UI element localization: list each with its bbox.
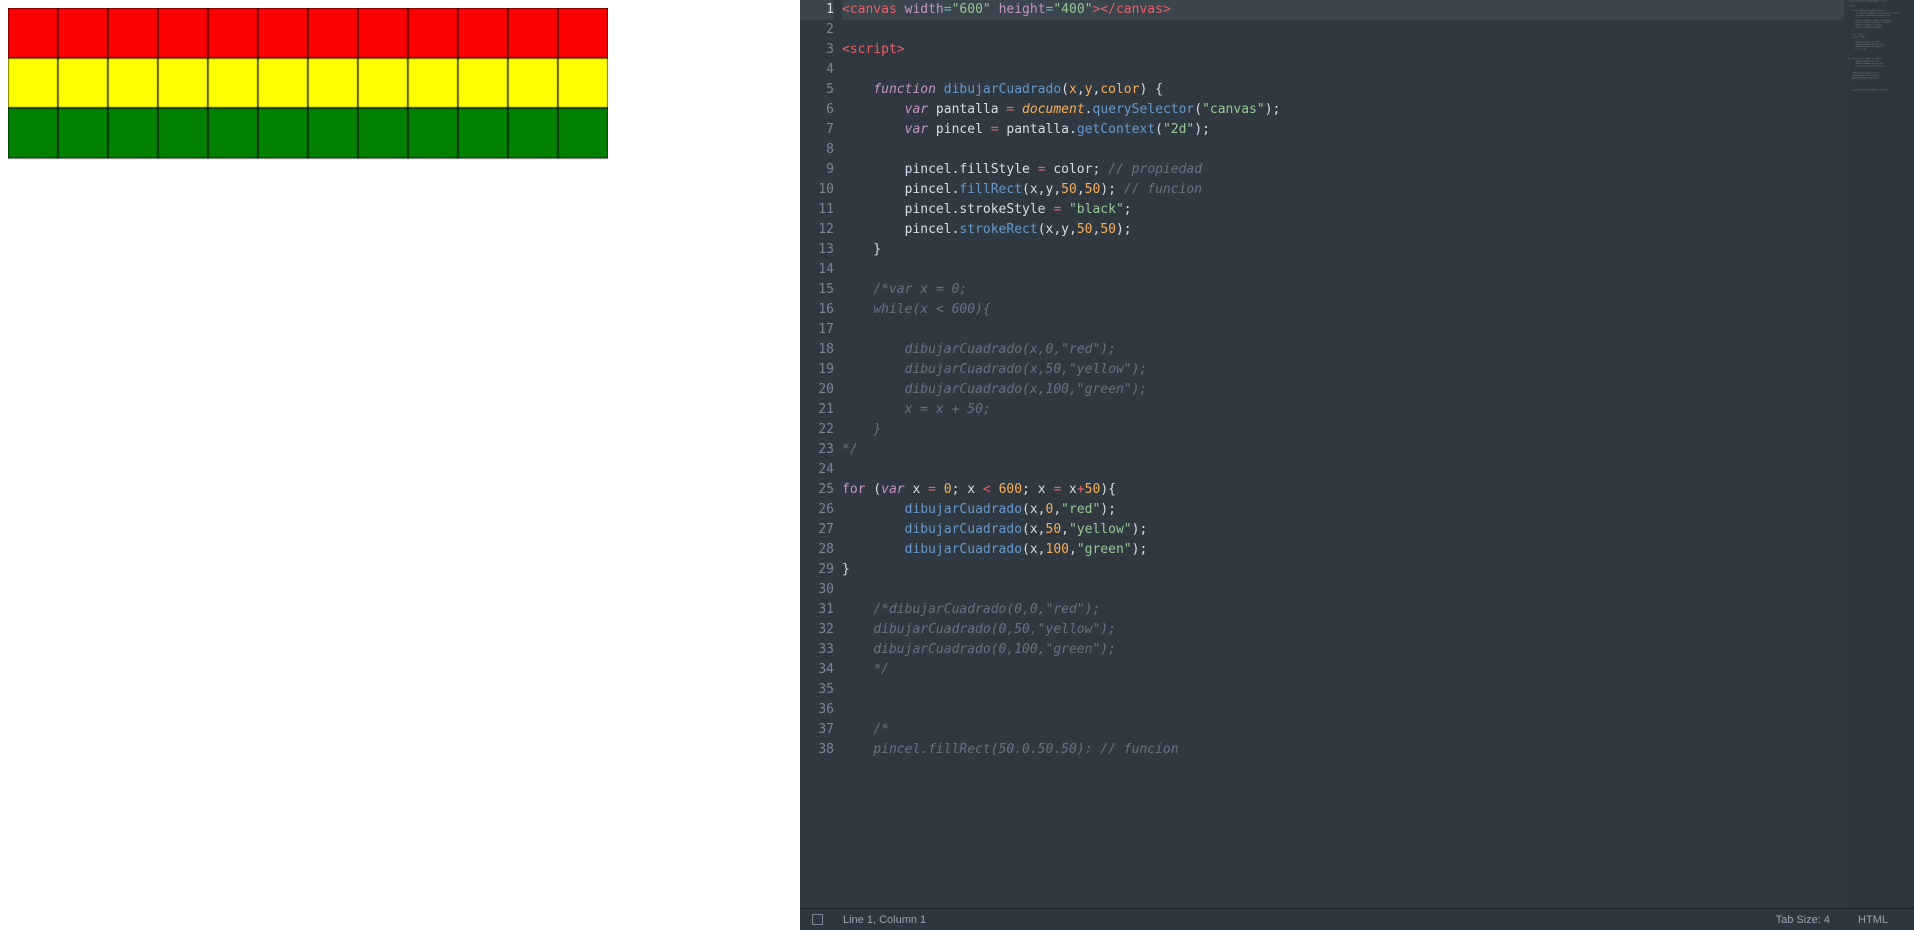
code-line[interactable]: pincel.strokeRect(x,y,50,50); [842, 220, 1844, 240]
line-number[interactable]: 34 [800, 660, 834, 680]
browser-preview-pane [0, 0, 800, 930]
code-line[interactable] [842, 260, 1844, 280]
statusbar-checkbox[interactable] [812, 914, 823, 925]
code-line[interactable] [842, 20, 1844, 40]
line-number[interactable]: 31 [800, 600, 834, 620]
code-line[interactable] [842, 140, 1844, 160]
output-canvas [8, 8, 608, 408]
line-number[interactable]: 28 [800, 540, 834, 560]
line-number[interactable]: 36 [800, 700, 834, 720]
code-line[interactable]: for (var x = 0; x < 600; x = x+50){ [842, 480, 1844, 500]
line-number[interactable]: 7 [800, 120, 834, 140]
code-line[interactable] [842, 320, 1844, 340]
line-number[interactable]: 16 [800, 300, 834, 320]
line-number[interactable]: 13 [800, 240, 834, 260]
line-number[interactable]: 33 [800, 640, 834, 660]
line-number[interactable]: 21 [800, 400, 834, 420]
line-number[interactable]: 12 [800, 220, 834, 240]
code-line[interactable]: */ [842, 440, 1844, 460]
code-line[interactable]: while(x < 600){ [842, 300, 1844, 320]
code-line[interactable]: dibujarCuadrado(x,50,"yellow"); [842, 360, 1844, 380]
statusbar-syntax[interactable]: HTML [1844, 914, 1902, 926]
code-editor-pane: 1234567891011121314151617181920212223242… [800, 0, 1914, 930]
code-line[interactable]: /*var x = 0; [842, 280, 1844, 300]
line-number[interactable]: 8 [800, 140, 834, 160]
app-root: 1234567891011121314151617181920212223242… [0, 0, 1914, 930]
statusbar-tabsize[interactable]: Tab Size: 4 [1762, 914, 1844, 926]
line-number[interactable]: 23 [800, 440, 834, 460]
line-number[interactable]: 18 [800, 340, 834, 360]
line-number[interactable]: 32 [800, 620, 834, 640]
line-number[interactable]: 29 [800, 560, 834, 580]
line-number[interactable]: 15 [800, 280, 834, 300]
line-number[interactable]: 25 [800, 480, 834, 500]
code-line[interactable]: */ [842, 660, 1844, 680]
line-number[interactable]: 17 [800, 320, 834, 340]
code-line[interactable]: dibujarCuadrado(x,100,"green"); [842, 380, 1844, 400]
line-number[interactable]: 2 [800, 20, 834, 40]
line-number[interactable]: 19 [800, 360, 834, 380]
code-line[interactable]: pincel.fillRect(x,y,50,50); // funcion [842, 180, 1844, 200]
code-line[interactable] [842, 680, 1844, 700]
statusbar-position[interactable]: Line 1, Column 1 [829, 914, 940, 926]
line-number[interactable]: 26 [800, 500, 834, 520]
code-line[interactable]: <canvas width="600" height="400"></canva… [842, 0, 1844, 20]
code-line[interactable]: /*dibujarCuadrado(0,0,"red"); [842, 600, 1844, 620]
line-number[interactable]: 10 [800, 180, 834, 200]
line-number[interactable]: 3 [800, 40, 834, 60]
code-line[interactable]: pincel.fillStyle = color; // propiedad [842, 160, 1844, 180]
line-number[interactable]: 6 [800, 100, 834, 120]
code-line[interactable]: pincel.fillRect(50.0.50.50): // funcion [842, 740, 1844, 760]
line-number[interactable]: 1 [800, 0, 834, 20]
code-line[interactable]: dibujarCuadrado(x,0,"red"); [842, 340, 1844, 360]
line-number[interactable]: 30 [800, 580, 834, 600]
code-line[interactable] [842, 700, 1844, 720]
code-line[interactable]: var pantalla = document.querySelector("c… [842, 100, 1844, 120]
code-line[interactable] [842, 580, 1844, 600]
editor-body[interactable]: 1234567891011121314151617181920212223242… [800, 0, 1914, 908]
code-area[interactable]: <canvas width="600" height="400"></canva… [842, 0, 1914, 908]
line-number[interactable]: 35 [800, 680, 834, 700]
code-line[interactable]: pincel.strokeStyle = "black"; [842, 200, 1844, 220]
code-line[interactable]: var pincel = pantalla.getContext("2d"); [842, 120, 1844, 140]
line-number[interactable]: 37 [800, 720, 834, 740]
line-number[interactable]: 20 [800, 380, 834, 400]
line-number-gutter[interactable]: 1234567891011121314151617181920212223242… [800, 0, 842, 908]
line-number[interactable]: 14 [800, 260, 834, 280]
code-line[interactable]: } [842, 560, 1844, 580]
line-number[interactable]: 11 [800, 200, 834, 220]
code-line[interactable]: function dibujarCuadrado(x,y,color) { [842, 80, 1844, 100]
line-number[interactable]: 9 [800, 160, 834, 180]
line-number[interactable]: 24 [800, 460, 834, 480]
code-line[interactable]: /* [842, 720, 1844, 740]
code-line[interactable]: dibujarCuadrado(x,100,"green"); [842, 540, 1844, 560]
line-number[interactable]: 4 [800, 60, 834, 80]
code-line[interactable]: } [842, 240, 1844, 260]
line-number[interactable]: 27 [800, 520, 834, 540]
line-number[interactable]: 38 [800, 740, 834, 760]
line-number[interactable]: 5 [800, 80, 834, 100]
status-bar: Line 1, Column 1 Tab Size: 4 HTML [800, 908, 1914, 930]
code-line[interactable]: x = x + 50; [842, 400, 1844, 420]
code-line[interactable] [842, 460, 1844, 480]
code-line[interactable]: dibujarCuadrado(0,100,"green"); [842, 640, 1844, 660]
code-line[interactable]: <script> [842, 40, 1844, 60]
code-line[interactable]: dibujarCuadrado(x,0,"red"); [842, 500, 1844, 520]
code-line[interactable]: } [842, 420, 1844, 440]
code-line[interactable]: dibujarCuadrado(0,50,"yellow"); [842, 620, 1844, 640]
minimap[interactable]: <canvas width="600" height="400"></canva… [1848, 0, 1914, 908]
code-line[interactable] [842, 60, 1844, 80]
code-line[interactable]: dibujarCuadrado(x,50,"yellow"); [842, 520, 1844, 540]
line-number[interactable]: 22 [800, 420, 834, 440]
